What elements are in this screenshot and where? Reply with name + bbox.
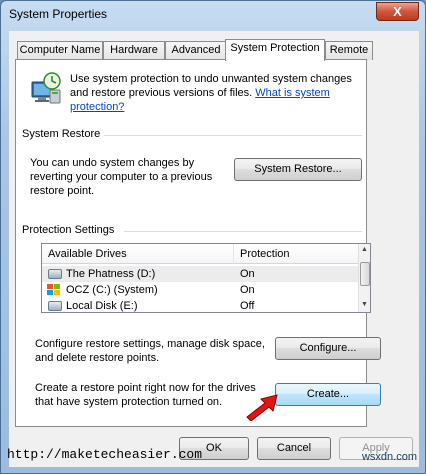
system-restore-title: System Restore xyxy=(22,128,105,140)
watermark-site: wsxdn.com xyxy=(361,451,417,463)
tab-remote[interactable]: Remote xyxy=(325,41,373,60)
red-arrow-icon xyxy=(246,394,278,421)
drives-list[interactable]: Available Drives Protection The Phatness… xyxy=(41,243,371,313)
drive-row[interactable]: The Phatness (D:) On xyxy=(42,266,358,282)
tab-system-protection[interactable]: System Protection xyxy=(225,39,325,61)
window-title: System Properties xyxy=(9,7,108,21)
title-bar[interactable]: System Properties X xyxy=(1,1,425,31)
create-button[interactable]: Create... xyxy=(275,383,381,406)
drive-name: The Phatness (D:) xyxy=(66,268,156,280)
protection-settings-group: Protection Settings xyxy=(16,224,368,244)
watermark-url: http://maketecheasier.com xyxy=(7,447,203,462)
drives-list-header: Available Drives Protection xyxy=(42,244,358,264)
drive-protection-status: On xyxy=(240,268,255,280)
column-protection[interactable]: Protection xyxy=(234,244,358,264)
scrollbar-thumb[interactable] xyxy=(360,262,370,286)
drives-list-scrollbar[interactable]: ▲ ▼ xyxy=(358,244,370,312)
system-protection-icon xyxy=(31,72,61,104)
drive-row[interactable]: Local Disk (E:) Off xyxy=(42,298,358,312)
drive-protection-status: On xyxy=(240,284,255,296)
configure-button[interactable]: Configure... xyxy=(275,337,381,360)
drive-row[interactable]: OCZ (C:) (System) On xyxy=(42,282,358,298)
group-divider xyxy=(124,231,362,232)
tab-hardware[interactable]: Hardware xyxy=(103,41,165,60)
close-button[interactable]: X xyxy=(376,2,419,21)
intro-text: Use system protection to undo unwanted s… xyxy=(70,72,362,114)
protection-settings-title: Protection Settings xyxy=(22,224,119,236)
column-available-drives[interactable]: Available Drives xyxy=(42,244,234,264)
drive-icon xyxy=(48,269,62,279)
tab-advanced[interactable]: Advanced xyxy=(165,41,227,60)
system-restore-button[interactable]: System Restore... xyxy=(234,158,362,181)
drive-name: OCZ (C:) (System) xyxy=(66,284,158,296)
drive-name: Local Disk (E:) xyxy=(66,300,138,312)
cancel-button[interactable]: Cancel xyxy=(257,437,331,460)
dialog-client-area: Computer Name Hardware Advanced System P… xyxy=(9,31,419,467)
system-properties-window: System Properties X Computer Name Hardwa… xyxy=(0,0,426,474)
scroll-down-arrow-icon[interactable]: ▼ xyxy=(361,301,368,308)
windows-drive-icon xyxy=(47,284,61,297)
drive-protection-status: Off xyxy=(240,300,255,312)
system-restore-description: You can undo system changes by reverting… xyxy=(30,157,213,197)
tab-computer-name[interactable]: Computer Name xyxy=(17,41,103,60)
group-divider xyxy=(102,135,362,136)
scroll-up-arrow-icon[interactable]: ▲ xyxy=(361,246,368,253)
create-description: Create a restore point right now for the… xyxy=(35,382,256,408)
drive-icon xyxy=(48,301,62,311)
configure-description: Configure restore settings, manage disk … xyxy=(35,338,265,364)
